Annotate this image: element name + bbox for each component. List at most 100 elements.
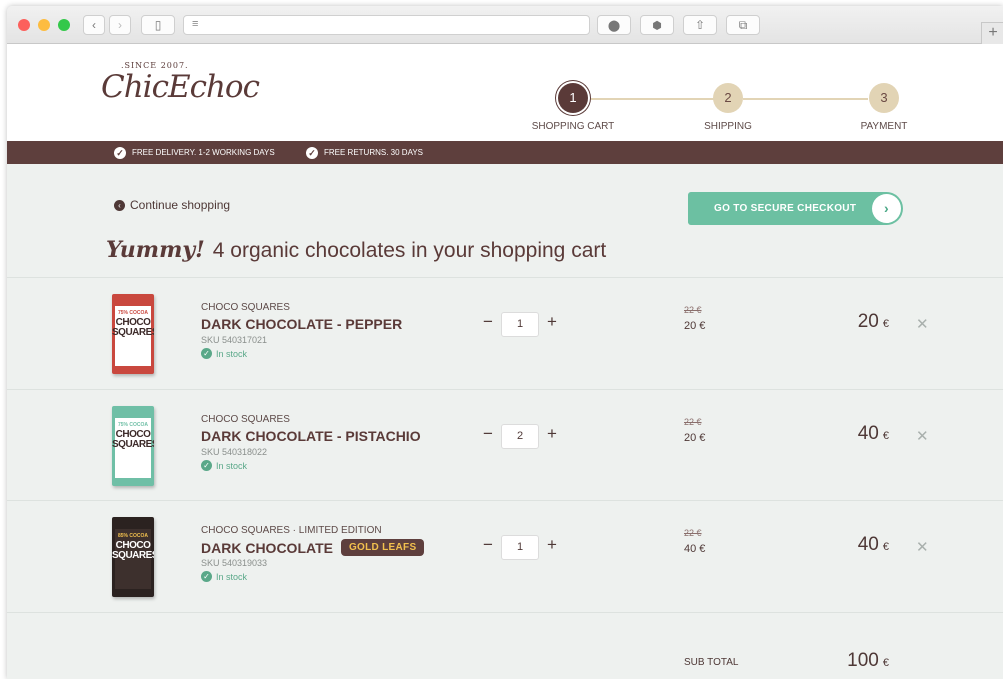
quantity-input[interactable]: 1 [501,535,539,560]
quantity-input[interactable]: 2 [501,424,539,449]
remove-item-icon[interactable]: ✕ [916,538,929,556]
promo-returns: ✓ FREE RETURNS. 30 DAYS [306,141,423,164]
logo-name: ChicEchoc [101,69,260,105]
currency: € [882,430,889,442]
pack-cocoa: 75% COCOA [117,310,148,316]
product-name[interactable]: DARK CHOCOLATE GOLD LEAFS [201,539,425,556]
address-bar[interactable]: ≡ [183,15,590,35]
zoom-window-button[interactable] [58,19,70,31]
increase-qty-button[interactable]: + [547,424,557,444]
category-label: CHOCO SQUARES [201,302,290,313]
stock-label: In stock [216,571,248,582]
pack-cocoa: 75% COCOA [117,422,148,428]
currency: € [882,541,889,553]
currency: € [882,657,889,669]
stock-status: ✓ In stock [201,571,247,582]
pack-cocoa: 85% COCOA [117,533,148,539]
share-icon[interactable]: ⇧ [683,15,717,35]
line-total-value: 40 [857,423,879,444]
chevron-right-icon: › [872,194,901,223]
hexagon-extension-icon[interactable]: ⬢ [640,15,674,35]
checkout-label: GO TO SECURE CHECKOUT [714,203,857,214]
check-icon: ✓ [201,571,212,582]
edition-label: · LIMITED EDITION [289,525,382,536]
unit-price: 40 € [684,543,706,555]
stock-label: In stock [216,460,248,471]
product-category: CHOCO SQUARES [201,414,290,425]
step-3-circle[interactable]: 3 [869,83,899,113]
check-icon: ✓ [201,348,212,359]
increase-qty-button[interactable]: + [547,535,557,555]
product-image[interactable]: 75% COCOA CHOCO SQUARES [112,294,154,374]
browser-toolbar: ‹ › ▯ ≡ ⬤ ⬢ ⇧ ⧉ + [7,6,1003,44]
stock-status: ✓ In stock [201,460,247,471]
old-price: 22 € [684,528,702,538]
tabs-icon[interactable]: ⧉ [726,15,760,35]
product-image[interactable]: 75% COCOA CHOCO SQUARES [112,406,154,486]
yummy-script: Yummy! [106,237,205,263]
decrease-qty-button[interactable]: − [483,424,493,444]
subtotal-label: SUB TOTAL [684,657,739,668]
browser-window: ‹ › ▯ ≡ ⬤ ⬢ ⇧ ⧉ + .SINCE 2007. ChicEchoc… [7,6,1003,679]
cart-heading: Yummy! 4 organic chocolates in your shop… [106,237,606,263]
remove-item-icon[interactable]: ✕ [916,427,929,445]
secure-checkout-button[interactable]: GO TO SECURE CHECKOUT › [688,192,903,225]
chevron-left-icon: ‹ [114,199,125,211]
stock-label: In stock [216,348,248,359]
line-total: 40 € [819,534,889,556]
forward-icon[interactable]: › [109,15,131,35]
step-2-circle[interactable]: 2 [713,83,743,113]
close-window-button[interactable] [18,19,30,31]
decrease-qty-button[interactable]: − [483,312,493,332]
product-name-text: DARK CHOCOLATE - PISTACHIO [201,428,421,444]
product-category: CHOCO SQUARES [201,302,290,313]
product-name-text: DARK CHOCOLATE [201,539,333,556]
check-icon: ✓ [201,460,212,471]
pack-brand: CHOCO SQUARES [112,540,154,561]
cart-row: 85% COCOA CHOCO SQUARES CHOCO SQUARES · … [7,500,1003,612]
continue-shopping-label: Continue shopping [130,198,231,212]
cart-row: 75% COCOA CHOCO SQUARES CHOCO SQUARES DA… [7,277,1003,389]
cart-row: 75% COCOA CHOCO SQUARES CHOCO SQUARES DA… [7,389,1003,501]
remove-item-icon[interactable]: ✕ [916,315,929,333]
line-total-value: 40 [857,534,879,555]
minimize-window-button[interactable] [38,19,50,31]
subtotal-amount: 100 [847,650,879,671]
increase-qty-button[interactable]: + [547,312,557,332]
product-image[interactable]: 85% COCOA CHOCO SQUARES [112,517,154,597]
continue-shopping-link[interactable]: ‹ Continue shopping [114,198,230,212]
quantity-input[interactable]: 1 [501,312,539,337]
step-1-label[interactable]: SHOPPING CART [523,121,623,132]
line-total: 20 € [819,311,889,333]
category-label: CHOCO SQUARES [201,414,290,425]
step-2-label[interactable]: SHIPPING [678,121,778,132]
stock-status: ✓ In stock [201,348,247,359]
line-total: 40 € [819,423,889,445]
category-label: CHOCO SQUARES [201,525,290,536]
unit-price: 20 € [684,320,706,332]
site-header: .SINCE 2007. ChicEchoc 1 SHOPPING CART 2… [7,44,1003,141]
step-3-label[interactable]: PAYMENT [834,121,934,132]
back-icon[interactable]: ‹ [83,15,105,35]
product-name[interactable]: DARK CHOCOLATE - PEPPER [201,316,402,332]
product-name[interactable]: DARK CHOCOLATE - PISTACHIO [201,428,421,444]
promo-delivery: ✓ FREE DELIVERY. 1-2 WORKING DAYS [114,141,275,164]
product-sku: SKU 540318022 [201,447,268,457]
product-name-text: DARK CHOCOLATE - PEPPER [201,316,403,332]
currency: € [882,318,889,330]
subtotal-value: 100 € [819,650,889,672]
shield-extension-icon[interactable]: ⬤ [597,15,631,35]
line-total-value: 20 [857,311,879,332]
unit-price: 20 € [684,432,706,444]
old-price: 22 € [684,417,702,427]
new-tab-button[interactable]: + [981,22,1003,44]
sidebar-icon[interactable]: ▯ [141,15,175,35]
decrease-qty-button[interactable]: − [483,535,493,555]
old-price: 22 € [684,305,702,315]
promo-returns-text: FREE RETURNS. 30 DAYS [324,148,423,157]
reader-icon[interactable]: ≡ [192,18,198,30]
cart-heading-text: 4 organic chocolates in your shopping ca… [212,239,607,262]
step-1-circle[interactable]: 1 [558,83,588,113]
pack-brand: CHOCO SQUARES [112,317,154,338]
pack-brand: CHOCO SQUARES [112,429,154,450]
